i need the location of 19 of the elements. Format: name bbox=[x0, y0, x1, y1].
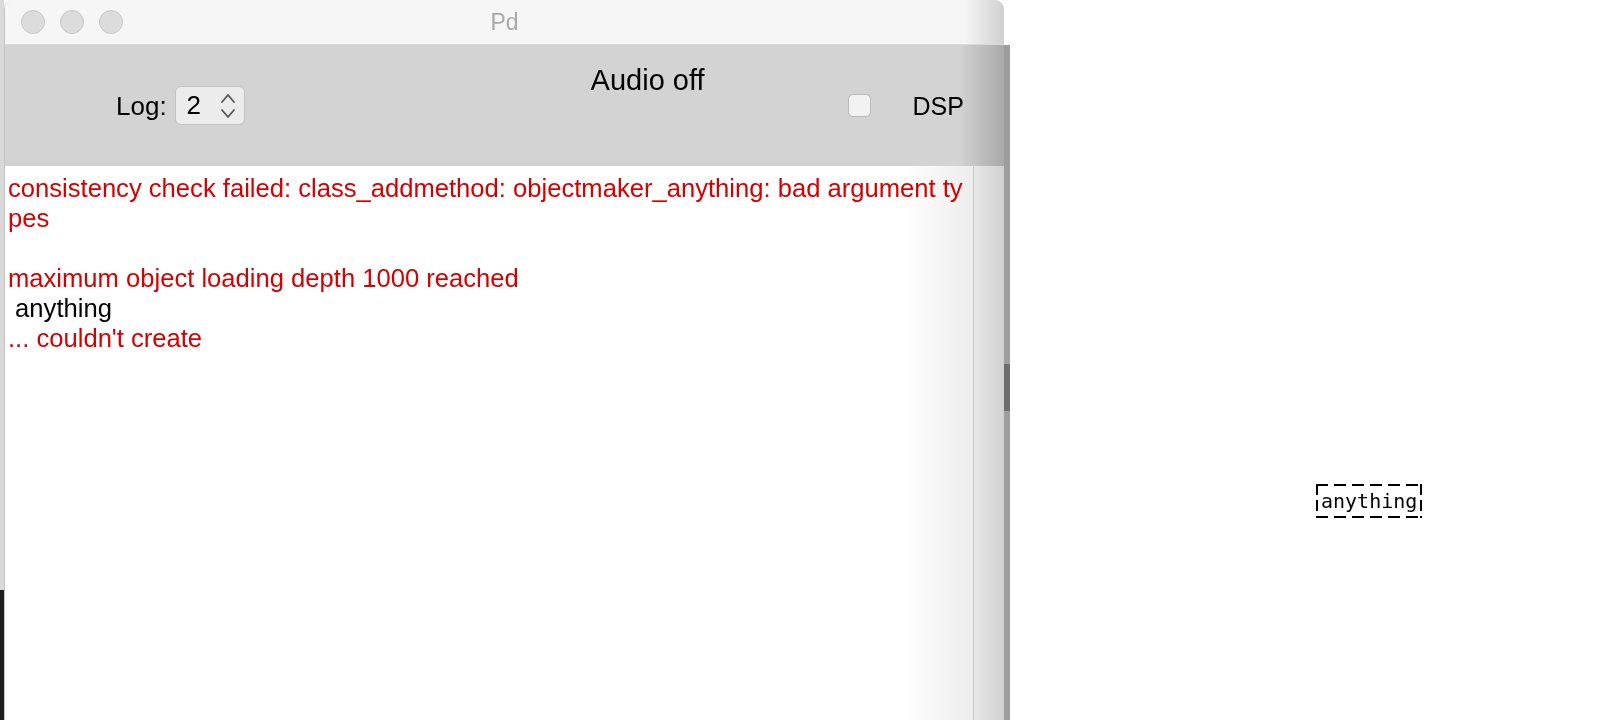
log-label: Log: bbox=[116, 90, 167, 121]
error-message: maximum object loading depth 1000 reached bbox=[8, 263, 519, 293]
dsp-label: DSP bbox=[912, 90, 964, 121]
minimize-button[interactable] bbox=[60, 10, 84, 34]
error-message: consistency check failed: class_addmethod: objectmaker_anything: bad argument ty bbox=[8, 173, 963, 203]
close-button[interactable] bbox=[21, 10, 45, 34]
scrollbar-track[interactable] bbox=[1004, 45, 1010, 720]
error-message: pes bbox=[8, 203, 50, 233]
zoom-button[interactable] bbox=[99, 10, 123, 34]
log-level-stepper[interactable]: 2 bbox=[174, 86, 245, 125]
up-down-chevrons-icon[interactable] bbox=[219, 92, 236, 119]
error-message: ... couldn't create bbox=[8, 323, 203, 353]
object-box[interactable]: anything bbox=[1316, 484, 1423, 518]
scrollbar-thumb[interactable] bbox=[1004, 364, 1010, 411]
scrollbar-track[interactable] bbox=[973, 166, 1004, 720]
window-title: Pd bbox=[489, 8, 520, 36]
dsp-checkbox[interactable] bbox=[847, 94, 871, 117]
audio-status: Audio off bbox=[590, 64, 705, 96]
log-message: anything bbox=[14, 293, 112, 323]
